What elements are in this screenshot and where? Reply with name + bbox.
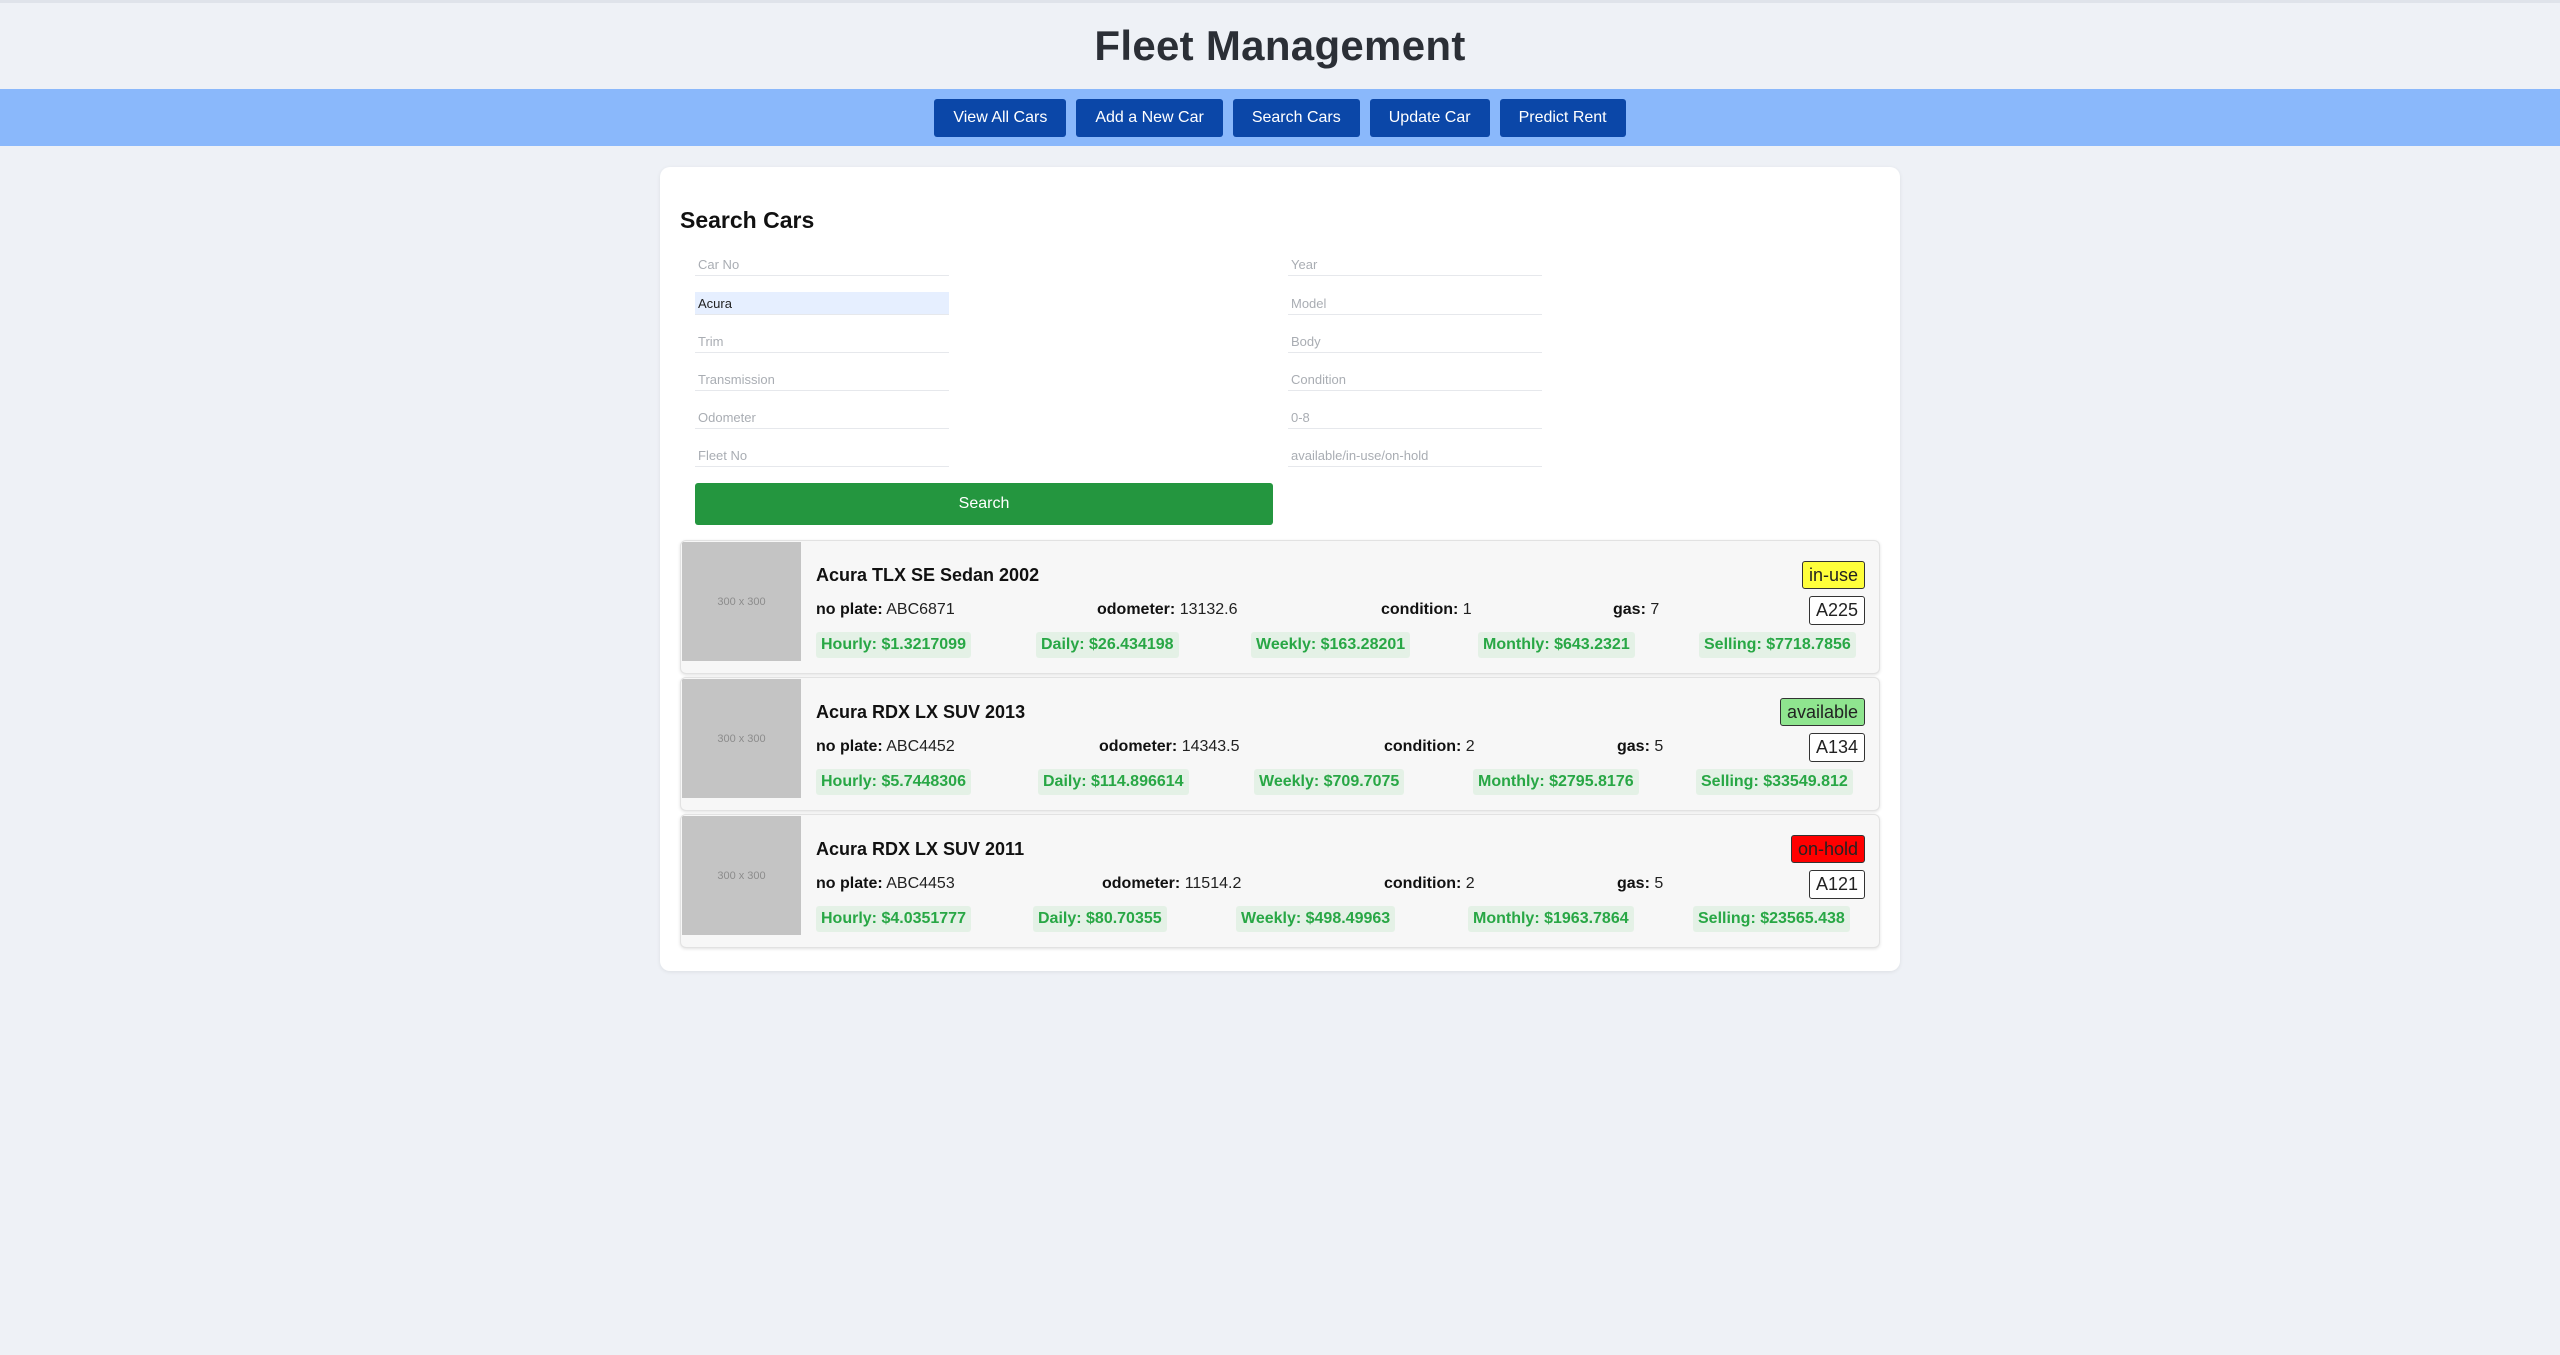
search-submit-button[interactable]: Search [695,483,1273,525]
odometer-input[interactable] [695,406,949,429]
main-nav: View All Cars Add a New Car Search Cars … [0,89,2560,146]
daily-price: Daily: $26.434198 [1036,632,1179,658]
price-row: Hourly: $5.7448306 Daily: $114.896614 We… [816,769,1866,795]
odometer-info: odometer: 11514.2 [1102,875,1242,892]
plate-info: no plate: ABC4453 [816,875,955,892]
car-title: Acura RDX LX SUV 2011 [816,839,1025,859]
trim-input[interactable] [695,330,949,353]
condition-info: condition: 1 [1381,601,1472,618]
hourly-price: Hourly: $1.3217099 [816,632,971,658]
fleet-no-badge: A225 [1808,596,1865,625]
monthly-price: Monthly: $1963.7864 [1468,906,1634,932]
price-row: Hourly: $1.3217099 Daily: $26.434198 Wee… [816,632,1866,658]
condition-info: condition: 2 [1384,738,1475,755]
car-title: Acura TLX SE Sedan 2002 [816,565,1040,585]
body-input[interactable] [1288,330,1542,353]
daily-price: Daily: $80.70355 [1033,906,1167,932]
plate-info: no plate: ABC6871 [816,601,955,618]
update-car-button[interactable]: Update Car [1369,98,1490,137]
weekly-price: Weekly: $709.7075 [1254,769,1405,795]
car-card[interactable]: 300 x 300 Acura TLX SE Sedan 2002 in-use… [680,540,1880,674]
selling-price: Selling: $33549.812 [1696,769,1853,795]
fleet-no-badge: A134 [1808,733,1865,762]
condition-input[interactable] [1288,368,1542,391]
fleet-no-input[interactable] [695,444,949,467]
status-badge: on-hold [1790,835,1865,863]
car-card[interactable]: 300 x 300 Acura RDX LX SUV 2011 on-hold … [680,814,1880,948]
gas-info: gas: 5 [1617,738,1664,755]
model-input[interactable] [1288,292,1542,315]
view-all-cars-button[interactable]: View All Cars [934,98,1067,137]
daily-price: Daily: $114.896614 [1038,769,1189,795]
gas-input[interactable] [1288,406,1542,429]
gas-info: gas: 5 [1617,875,1664,892]
odometer-info: odometer: 14343.5 [1099,738,1240,755]
add-new-car-button[interactable]: Add a New Car [1076,98,1223,137]
fleet-no-badge: A121 [1808,870,1865,899]
year-input[interactable] [1288,253,1542,276]
weekly-price: Weekly: $498.49963 [1236,906,1396,932]
car-card[interactable]: 300 x 300 Acura RDX LX SUV 2013 availabl… [680,677,1880,811]
weekly-price: Weekly: $163.28201 [1251,632,1411,658]
odometer-info: odometer: 13132.6 [1097,601,1238,618]
page-title: Fleet Management [1094,22,1466,69]
price-row: Hourly: $4.0351777 Daily: $80.70355 Week… [816,906,1866,932]
selling-price: Selling: $23565.438 [1693,906,1850,932]
search-heading: Search Cars [680,207,815,233]
car-image-placeholder: 300 x 300 [682,679,801,798]
predict-rent-button[interactable]: Predict Rent [1499,98,1626,137]
make-input[interactable] [695,292,949,315]
hourly-price: Hourly: $5.7448306 [816,769,971,795]
hourly-price: Hourly: $4.0351777 [816,906,971,932]
plate-info: no plate: ABC4452 [816,738,955,755]
status-badge: available [1779,698,1865,726]
transmission-input[interactable] [695,368,949,391]
monthly-price: Monthly: $2795.8176 [1473,769,1639,795]
condition-info: condition: 2 [1384,875,1475,892]
gas-info: gas: 7 [1613,601,1660,618]
car-title: Acura RDX LX SUV 2013 [816,702,1026,722]
status-badge: in-use [1801,561,1865,589]
car-no-input[interactable] [695,253,949,276]
search-panel: Search Cars Search 300 x 300 Acura TLX S… [660,167,1900,971]
status-input[interactable] [1288,444,1542,467]
selling-price: Selling: $7718.7856 [1699,632,1856,658]
monthly-price: Monthly: $643.2321 [1478,632,1635,658]
search-cars-button[interactable]: Search Cars [1232,98,1360,137]
car-image-placeholder: 300 x 300 [682,542,801,661]
car-image-placeholder: 300 x 300 [682,816,801,935]
page-header: Fleet Management [0,0,2560,89]
